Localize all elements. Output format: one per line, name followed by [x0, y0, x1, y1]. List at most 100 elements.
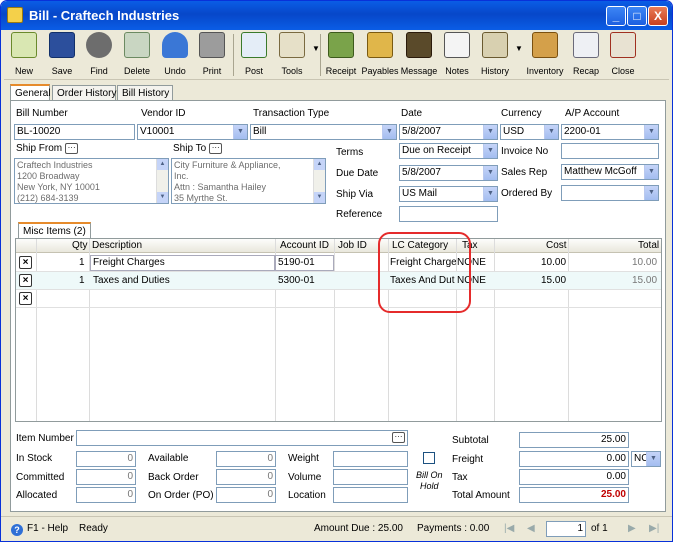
freight-field[interactable]: 0.00 [519, 451, 629, 467]
undo-arrow-icon [162, 32, 188, 58]
ordered-by-combo[interactable]: ▼ [561, 185, 659, 201]
scroll-up-icon[interactable]: ▲ [157, 159, 168, 170]
chevron-down-icon[interactable]: ▼ [483, 144, 497, 158]
table-row[interactable]: × 1 Freight Charges 5190-01 Freight Char… [16, 254, 661, 272]
chevron-down-icon[interactable]: ▼ [233, 125, 247, 139]
close-button[interactable]: Close [605, 32, 641, 78]
tab-order-history[interactable]: Order History [52, 85, 116, 101]
ship-from-lookup-button[interactable]: ··· [65, 143, 79, 154]
ship-to-address[interactable]: City Furniture & Appliance, Inc. Attn : … [171, 158, 326, 204]
col-total[interactable]: Total [638, 240, 659, 251]
ship-from-scrollbar[interactable]: ▲ ▼ [156, 159, 168, 203]
chevron-down-icon[interactable]: ▼ [646, 452, 660, 466]
post-button[interactable]: Post [236, 32, 272, 78]
chevron-down-icon[interactable]: ▼ [483, 125, 497, 139]
ap-account-combo[interactable]: 2200-01 ▼ [561, 124, 659, 140]
new-document-icon [11, 32, 37, 58]
back-order-field: 0 [216, 469, 276, 485]
delete-row-x-icon[interactable]: × [19, 292, 32, 305]
currency-combo[interactable]: USD ▼ [500, 124, 559, 140]
save-button[interactable]: Save [44, 32, 80, 78]
subtotal-label: Subtotal [452, 435, 489, 446]
next-page-icon[interactable]: ▶ [628, 523, 636, 534]
tools-dropdown-arrow-icon[interactable]: ▼ [312, 44, 320, 53]
inventory-button[interactable]: Inventory [525, 32, 565, 78]
terms-combo[interactable]: Due on Receipt ▼ [399, 143, 498, 159]
ship-from-address[interactable]: Craftech Industries 1200 Broadway New Yo… [14, 158, 169, 204]
tools-button[interactable]: Tools [274, 32, 310, 78]
item-number-lookup-button[interactable]: ··· [392, 432, 405, 443]
history-button[interactable]: History [476, 32, 514, 78]
invoice-no-field[interactable] [561, 143, 659, 159]
vendor-id-combo[interactable]: V10001 ▼ [137, 124, 248, 140]
location-field [333, 487, 408, 503]
maximize-button[interactable]: □ [627, 6, 647, 26]
chevron-down-icon[interactable]: ▼ [644, 165, 658, 179]
date-picker[interactable]: 5/8/2007 ▼ [399, 124, 498, 140]
print-button[interactable]: Print [194, 32, 230, 78]
scroll-up-icon[interactable]: ▲ [314, 159, 325, 170]
recap-button[interactable]: Recap [568, 32, 604, 78]
ship-to-lookup-button[interactable]: ··· [209, 143, 223, 154]
chevron-down-icon[interactable]: ▼ [544, 125, 558, 139]
freight-code-combo[interactable]: NC ▼ [631, 451, 661, 467]
col-cost[interactable]: Cost [546, 240, 567, 251]
transaction-type-combo[interactable]: Bill ▼ [250, 124, 397, 140]
col-qty[interactable]: Qty [72, 240, 88, 251]
committed-label: Committed [16, 472, 65, 483]
col-description[interactable]: Description [92, 240, 142, 251]
scroll-down-icon[interactable]: ▼ [157, 192, 168, 203]
on-order-label: On Order (PO) [148, 490, 214, 501]
ship-via-combo[interactable]: US Mail ▼ [399, 186, 498, 202]
message-board-icon [406, 32, 432, 58]
post-checkmark-icon [241, 32, 267, 58]
delete-button[interactable]: Delete [118, 32, 156, 78]
receipt-button[interactable]: Receipt [322, 32, 360, 78]
item-number-field[interactable]: ··· [76, 430, 408, 446]
undo-button[interactable]: Undo [157, 32, 193, 78]
chevron-down-icon[interactable]: ▼ [382, 125, 396, 139]
ap-account-label: A/P Account [565, 108, 620, 119]
tab-misc-items[interactable]: Misc Items (2) [18, 222, 91, 238]
recycle-bin-icon [124, 32, 150, 58]
col-account-id[interactable]: Account ID [280, 240, 329, 251]
chevron-down-icon[interactable]: ▼ [483, 166, 497, 180]
message-button[interactable]: Message [400, 32, 438, 78]
close-window-button[interactable]: X [648, 6, 668, 26]
page-number-input[interactable]: 1 [546, 521, 586, 537]
scroll-down-icon[interactable]: ▼ [314, 192, 325, 203]
minimize-button[interactable]: _ [606, 6, 626, 26]
chevron-down-icon[interactable]: ▼ [644, 186, 658, 200]
previous-page-icon[interactable]: ◀ [527, 523, 535, 534]
chevron-down-icon[interactable]: ▼ [644, 125, 658, 139]
back-order-label: Back Order [148, 472, 199, 483]
payables-button[interactable]: Payables [361, 32, 399, 78]
tools-icon [279, 32, 305, 58]
help-shortcut[interactable]: F1 - Help [27, 523, 68, 534]
table-row[interactable]: × 1 Taxes and Duties 5300-01 Taxes And D… [16, 272, 661, 290]
col-job-id[interactable]: Job ID [338, 240, 367, 251]
due-date-picker[interactable]: 5/8/2007 ▼ [399, 165, 498, 181]
last-page-icon[interactable]: ▶| [649, 523, 659, 534]
history-dropdown-arrow-icon[interactable]: ▼ [515, 44, 523, 53]
delete-row-x-icon[interactable]: × [19, 274, 32, 287]
toolbar-separator [320, 34, 321, 76]
allocated-label: Allocated [16, 490, 58, 501]
notes-button[interactable]: Notes [439, 32, 475, 78]
bill-on-hold-checkbox[interactable] [423, 452, 435, 464]
sales-rep-combo[interactable]: Matthew McGoff ▼ [561, 164, 659, 180]
bill-number-field[interactable]: BL-10020 [14, 124, 135, 140]
first-page-icon[interactable]: |◀ [504, 523, 514, 534]
help-icon[interactable]: ? [11, 524, 23, 536]
tab-general[interactable]: General [10, 84, 51, 101]
chevron-down-icon[interactable]: ▼ [483, 187, 497, 201]
ship-to-scrollbar[interactable]: ▲ ▼ [313, 159, 325, 203]
bill-number-label: Bill Number [16, 108, 68, 119]
reference-field[interactable] [399, 206, 498, 222]
toolbar-separator [233, 34, 234, 76]
table-row-new[interactable]: × [16, 290, 661, 308]
tab-bill-history[interactable]: Bill History [117, 85, 173, 101]
find-button[interactable]: Find [81, 32, 117, 78]
delete-row-x-icon[interactable]: × [19, 256, 32, 269]
new-button[interactable]: New [6, 32, 42, 78]
